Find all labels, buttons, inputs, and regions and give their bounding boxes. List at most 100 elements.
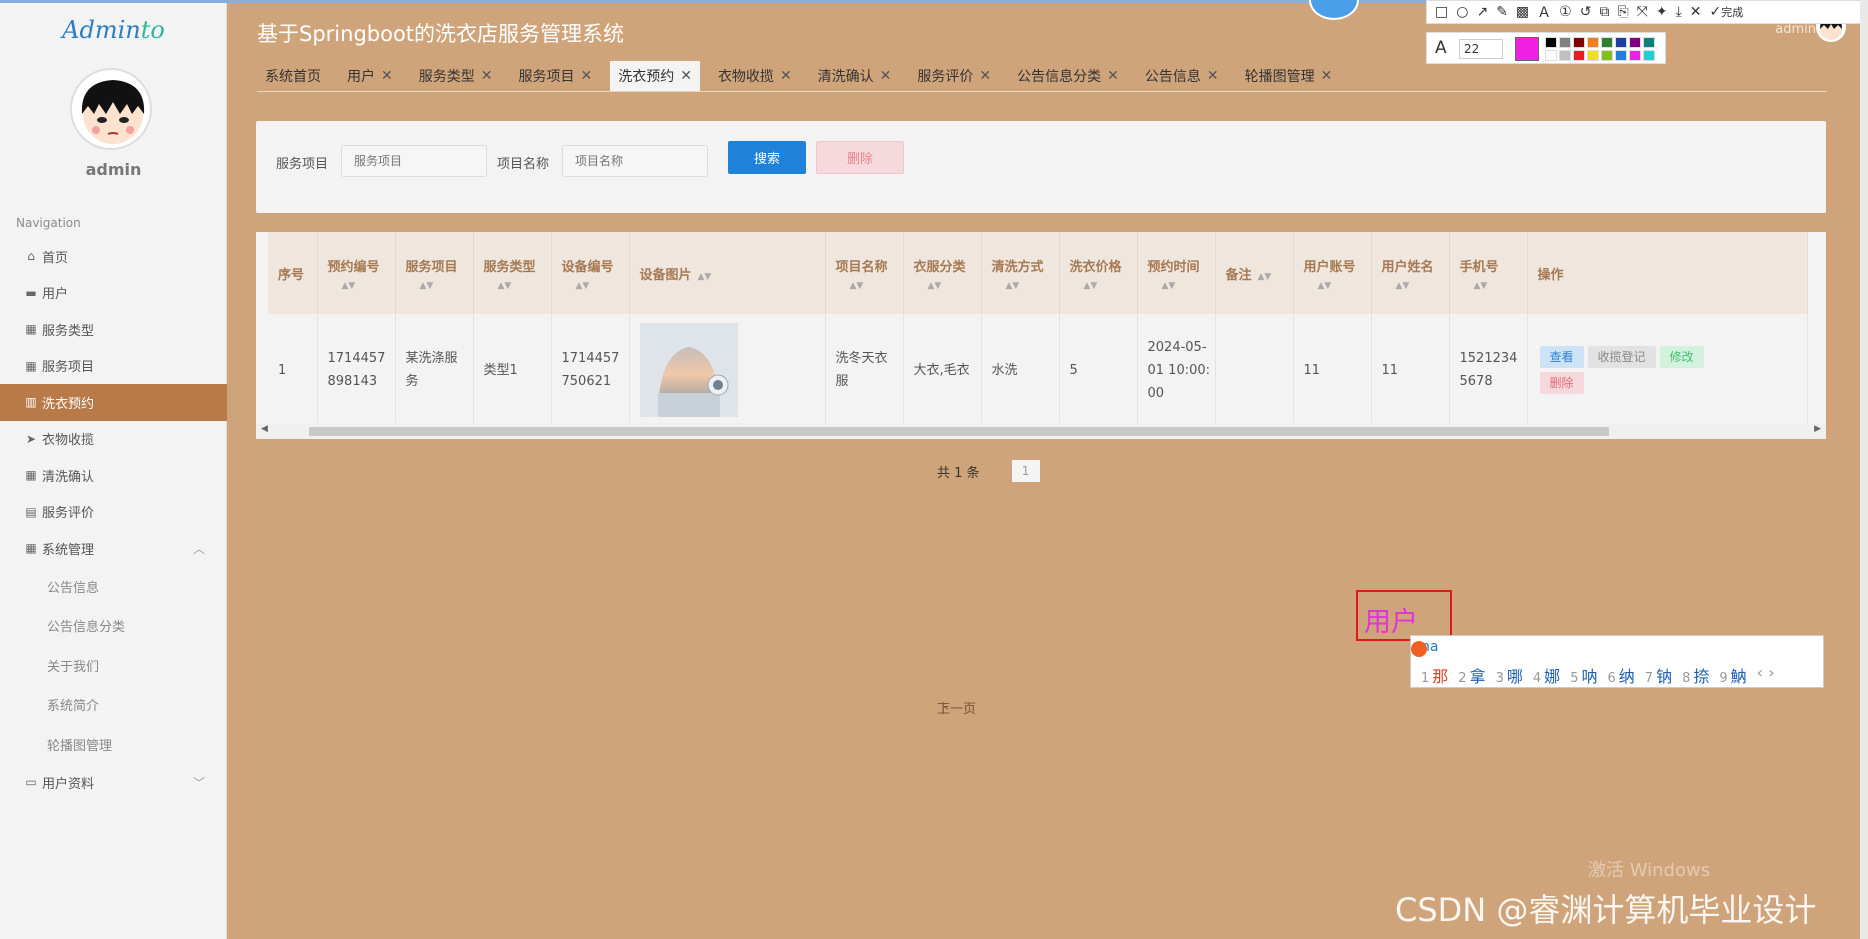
ime-candidate[interactable]: 9魶 xyxy=(1719,663,1746,687)
sidebar-subitem-about[interactable]: 关于我们 xyxy=(0,646,227,686)
color-swatch[interactable] xyxy=(1643,37,1655,48)
rect-tool-icon[interactable]: □ xyxy=(1435,4,1448,20)
col-booking-no[interactable]: 预约编号 ▲▼ xyxy=(317,232,396,314)
color-swatch[interactable] xyxy=(1559,37,1571,48)
sort-icon[interactable]: ▲▼ xyxy=(562,281,629,291)
font-size-select[interactable]: 22 xyxy=(1459,39,1503,59)
close-icon[interactable]: ✕ xyxy=(381,68,393,84)
close-icon[interactable]: ✕ xyxy=(1107,68,1119,84)
tab-service-items[interactable]: 服务项目 ✕ xyxy=(510,61,600,91)
color-swatch[interactable] xyxy=(1573,37,1585,48)
scroll-right-icon[interactable]: ▶ xyxy=(1814,424,1821,434)
sidebar-item-service-types[interactable]: ▦ 服务类型 xyxy=(0,311,227,348)
close-icon[interactable]: ✕ xyxy=(580,68,592,84)
sidebar-subitem-intro[interactable]: 系统简介 xyxy=(0,685,227,725)
tab-wash-confirm[interactable]: 清洗确认 ✕ xyxy=(810,61,900,91)
batch-delete-button[interactable]: 删除 xyxy=(816,141,904,174)
close-icon[interactable]: ✕ xyxy=(680,68,692,84)
color-swatch[interactable] xyxy=(1615,37,1627,48)
color-swatch[interactable] xyxy=(1601,50,1613,61)
col-project-name[interactable]: 项目名称 ▲▼ xyxy=(825,232,904,314)
tab-service-types[interactable]: 服务类型 ✕ xyxy=(411,61,501,91)
view-button[interactable]: 查看 xyxy=(1539,346,1584,368)
tab-users[interactable]: 用户 ✕ xyxy=(339,61,401,91)
sidebar-item-wash-confirm[interactable]: ▦ 清洗确认 xyxy=(0,457,227,494)
ime-candidate[interactable]: 6纳 xyxy=(1607,663,1634,687)
number-tool-icon[interactable]: ① xyxy=(1559,4,1572,20)
sort-icon[interactable]: ▲▼ xyxy=(1382,281,1449,291)
tab-laundry-booking[interactable]: 洗衣预约 ✕ xyxy=(610,61,700,91)
sidebar-item-service-items[interactable]: ▦ 服务项目 xyxy=(0,348,227,385)
sort-icon[interactable]: ▲▼ xyxy=(698,272,712,282)
col-service-item[interactable]: 服务项目 ▲▼ xyxy=(395,232,474,314)
col-service-type[interactable]: 服务类型 ▲▼ xyxy=(473,232,552,314)
sort-icon[interactable]: ▲▼ xyxy=(1304,281,1371,291)
sidebar-item-home[interactable]: ⌂ 首页 xyxy=(0,238,227,275)
ime-next-icon[interactable]: ‹ › xyxy=(1757,663,1775,687)
color-swatch[interactable] xyxy=(1615,50,1627,61)
ime-candidate[interactable]: 3哪 xyxy=(1496,663,1523,687)
ime-candidate[interactable]: 8捺 xyxy=(1682,663,1709,687)
sidebar-item-service-review[interactable]: ▤ 服务评价 xyxy=(0,494,227,531)
col-user-account[interactable]: 用户账号 ▲▼ xyxy=(1293,232,1372,314)
download-icon[interactable]: ⤓ xyxy=(1676,4,1682,20)
sidebar-item-system-admin[interactable]: ▦ 系统管理 ︿ xyxy=(0,530,227,567)
ime-candidate[interactable]: 4娜 xyxy=(1533,663,1560,687)
color-swatch[interactable] xyxy=(1587,50,1599,61)
current-color[interactable] xyxy=(1515,37,1539,61)
done-button[interactable]: ✓完成 xyxy=(1710,4,1744,20)
edit-button[interactable]: 修改 xyxy=(1659,346,1704,368)
col-price[interactable]: 洗衣价格 ▲▼ xyxy=(1059,232,1138,314)
scrollbar-thumb[interactable] xyxy=(309,427,1609,436)
copy-icon[interactable]: ⎘ xyxy=(1617,4,1628,20)
undo-icon[interactable]: ↺ xyxy=(1580,4,1592,20)
col-booking-time[interactable]: 预约时间 ▲▼ xyxy=(1137,232,1216,314)
annotation-textbox[interactable]: 用户 xyxy=(1356,590,1452,641)
sort-icon[interactable]: ▲▼ xyxy=(1070,281,1137,291)
color-swatch[interactable] xyxy=(1643,50,1655,61)
close-icon[interactable]: ✕ xyxy=(1690,4,1702,20)
service-item-input[interactable] xyxy=(341,145,487,177)
next-page-button[interactable]: 下一页 xyxy=(937,698,1164,717)
sidebar-item-users[interactable]: ▬ 用户 xyxy=(0,275,227,312)
avatar[interactable] xyxy=(70,68,152,150)
sort-icon[interactable]: ▲▼ xyxy=(836,281,903,291)
text-tool-icon[interactable]: Ａ xyxy=(1537,2,1551,22)
close-icon[interactable]: ✕ xyxy=(979,68,991,84)
ime-candidate[interactable]: 2拿 xyxy=(1458,663,1485,687)
ime-candidate[interactable]: 7钠 xyxy=(1645,663,1672,687)
close-icon[interactable]: ✕ xyxy=(1207,68,1219,84)
arrow-tool-icon[interactable]: ↗ xyxy=(1476,4,1488,20)
sidebar-subitem-notices[interactable]: 公告信息 xyxy=(0,567,227,607)
sort-icon[interactable]: ▲▼ xyxy=(914,281,981,291)
color-swatch[interactable] xyxy=(1545,37,1557,48)
sidebar-item-laundry-booking[interactable]: ▥ 洗衣预约 xyxy=(0,384,227,421)
tab-notice-categories[interactable]: 公告信息分类 ✕ xyxy=(1009,61,1127,91)
col-wash-method[interactable]: 清洗方式 ▲▼ xyxy=(981,232,1060,314)
tab-home[interactable]: 系统首页 xyxy=(257,61,329,91)
tab-carousel[interactable]: 轮播图管理 ✕ xyxy=(1237,61,1341,91)
close-icon[interactable]: ✕ xyxy=(780,68,792,84)
device-image[interactable] xyxy=(639,323,738,417)
color-swatch[interactable] xyxy=(1545,50,1557,61)
crop-icon[interactable]: ⧉ xyxy=(1599,4,1609,20)
vertical-scrollbar[interactable] xyxy=(1860,0,1868,939)
color-swatch[interactable] xyxy=(1587,37,1599,48)
sort-icon[interactable]: ▲▼ xyxy=(328,281,395,291)
tab-clothes-pickup[interactable]: 衣物收揽 ✕ xyxy=(710,61,800,91)
tab-notices[interactable]: 公告信息 ✕ xyxy=(1137,61,1227,91)
close-icon[interactable]: ✕ xyxy=(481,68,493,84)
col-clothes-category[interactable]: 衣服分类 ▲▼ xyxy=(903,232,982,314)
page-number[interactable]: 1 xyxy=(1011,460,1040,482)
col-device-no[interactable]: 设备编号 ▲▼ xyxy=(551,232,630,314)
sort-icon[interactable]: ▲▼ xyxy=(406,281,473,291)
sidebar-item-clothes-pickup[interactable]: ➤ 衣物收揽 xyxy=(0,421,227,458)
color-swatch[interactable] xyxy=(1629,37,1641,48)
col-phone[interactable]: 手机号 ▲▼ xyxy=(1449,232,1528,314)
color-swatch[interactable] xyxy=(1601,37,1613,48)
col-user-name[interactable]: 用户姓名 ▲▼ xyxy=(1371,232,1450,314)
color-swatch[interactable] xyxy=(1629,50,1641,61)
close-icon[interactable]: ✕ xyxy=(1321,68,1333,84)
sort-icon[interactable]: ▲▼ xyxy=(1258,272,1272,282)
sidebar-item-user-profile[interactable]: ▭ 用户资料 ﹀ xyxy=(0,764,227,801)
